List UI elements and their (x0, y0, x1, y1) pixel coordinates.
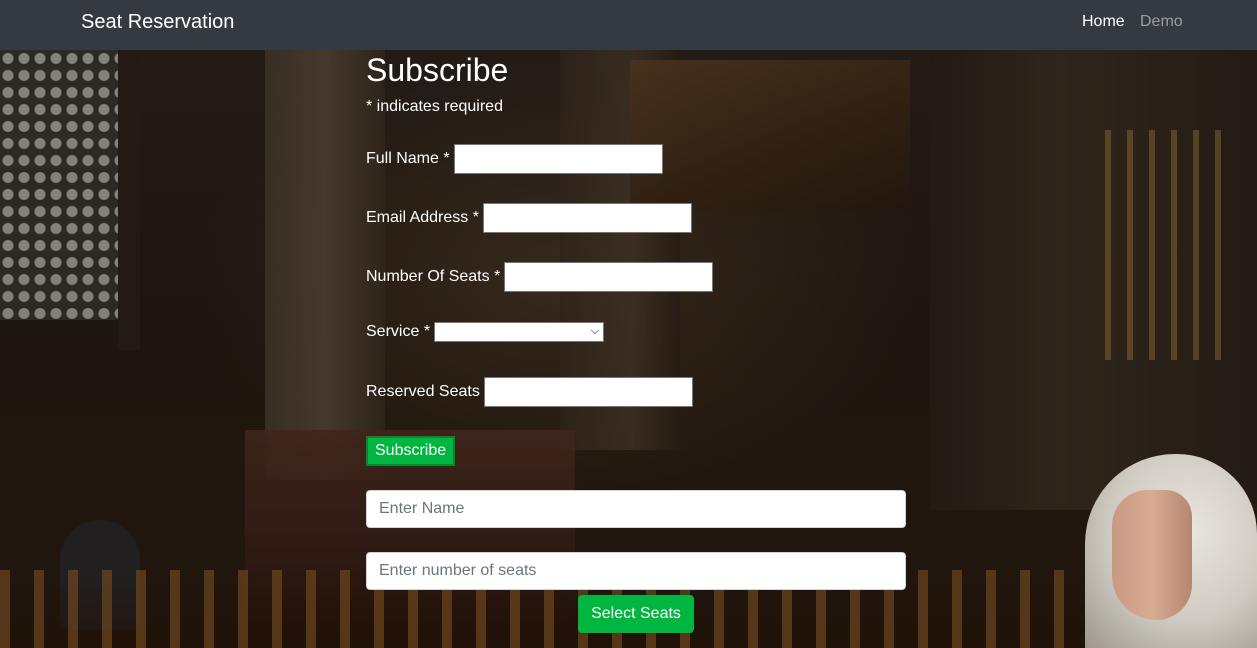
page-title: Subscribe (366, 52, 509, 88)
woman-face (1112, 490, 1192, 620)
full-name-input[interactable] (453, 144, 663, 174)
reserved-label: Reserved Seats (366, 383, 480, 400)
seats-row: Number Of Seats * (366, 262, 714, 292)
seats-label: Number Of Seats * (366, 268, 501, 285)
full-name-label: Full Name * (366, 150, 450, 167)
brand-link[interactable]: Seat Reservation (81, 11, 234, 34)
seats-input[interactable] (504, 262, 714, 292)
required-note: * indicates required (366, 98, 503, 115)
nav-link-demo[interactable]: Demo (1140, 13, 1183, 31)
subscribe-form: Subscribe * indicates required Full Name… (366, 50, 926, 648)
reserved-row: Reserved Seats (366, 377, 693, 407)
email-row: Email Address * (366, 203, 692, 233)
service-select[interactable]: ⌵ (434, 322, 605, 342)
subscribe-button[interactable]: Subscribe (366, 436, 456, 466)
email-input[interactable] (482, 203, 692, 233)
nav-link-home[interactable]: Home (1082, 13, 1125, 31)
full-name-row: Full Name * (366, 144, 663, 174)
navbar: Seat Reservation Home Demo (0, 0, 1257, 50)
chevron-down-icon: ⌵ (590, 325, 600, 337)
reserved-input[interactable] (483, 377, 693, 407)
name-input[interactable] (366, 490, 906, 528)
number-of-seats-input[interactable] (366, 552, 906, 590)
service-label: Service * (366, 323, 431, 340)
email-label: Email Address * (366, 209, 479, 226)
service-row: Service * ⌵ (366, 317, 605, 347)
select-seats-button[interactable]: Select Seats (578, 595, 694, 633)
